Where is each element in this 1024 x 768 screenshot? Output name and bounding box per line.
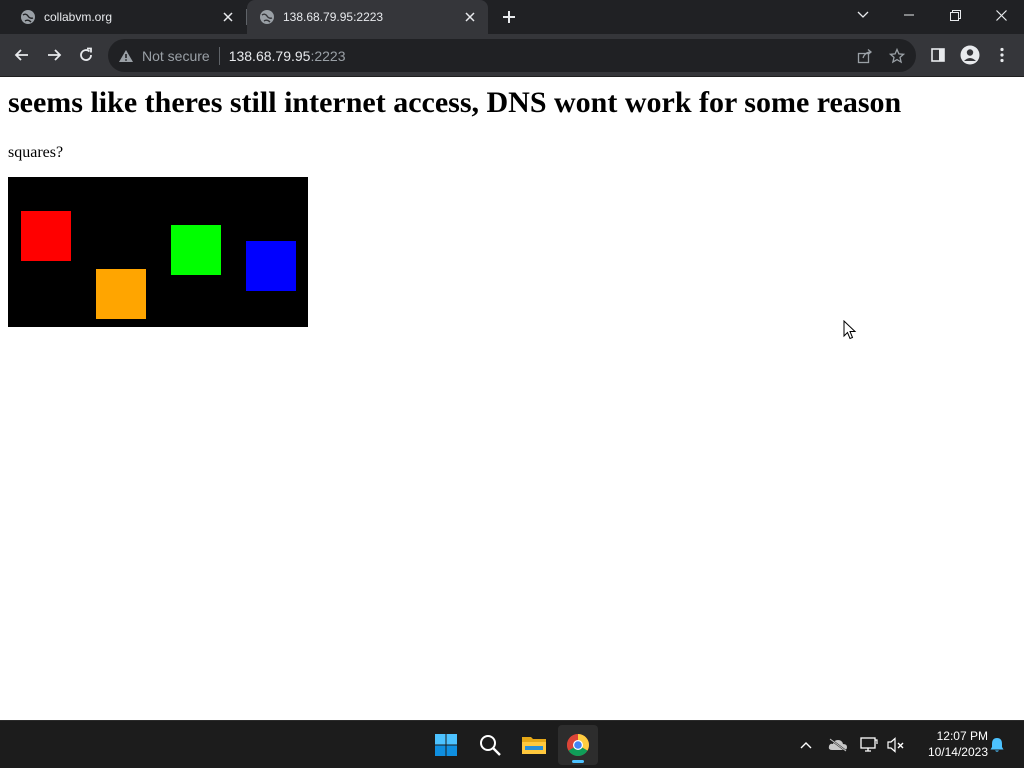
restore-icon	[949, 9, 961, 21]
side-panel-icon	[931, 48, 945, 62]
security-label[interactable]: Not secure	[142, 48, 210, 64]
red-square	[21, 211, 71, 261]
tab-strip: collabvm.org 138.68.79.95:2223	[0, 0, 1024, 34]
url-port[interactable]: :2223	[310, 48, 345, 64]
browser-toolbar: Not secure 138.68.79.95:2223	[0, 34, 1024, 77]
arrow-left-icon	[14, 49, 28, 61]
network-icon[interactable]	[859, 735, 879, 755]
chevron-down-icon	[857, 11, 869, 18]
minimize-icon	[904, 14, 914, 16]
minimize-button[interactable]	[886, 0, 932, 30]
reload-icon	[80, 47, 92, 61]
close-icon	[995, 9, 1007, 21]
share-icon[interactable]	[856, 47, 874, 65]
chrome-icon	[567, 734, 589, 756]
orange-square	[96, 269, 146, 319]
tab-collabvm[interactable]: collabvm.org	[0, 0, 246, 34]
side-panel-button[interactable]	[924, 41, 952, 69]
blue-square	[246, 241, 296, 291]
address-bar[interactable]: Not secure 138.68.79.95:2223	[108, 39, 916, 72]
clock-date: 10/14/2023	[927, 745, 988, 759]
squares-canvas	[8, 177, 308, 327]
bookmark-star-icon[interactable]	[888, 47, 906, 65]
start-button[interactable]	[426, 725, 466, 765]
mouse-cursor-icon	[843, 320, 857, 340]
taskbar: 12:07 PM 10/14/2023	[0, 720, 1024, 768]
back-button[interactable]	[8, 41, 36, 69]
tab-title: 138.68.79.95:2223	[283, 10, 384, 24]
onedrive-icon[interactable]	[828, 735, 848, 755]
url-host[interactable]: 138.68.79.95	[229, 48, 311, 64]
reload-button[interactable]	[72, 41, 100, 69]
new-tab-button[interactable]	[496, 5, 522, 29]
volume-muted-icon[interactable]	[886, 735, 906, 755]
arrow-right-icon	[48, 49, 62, 61]
chevron-up-icon	[800, 742, 812, 749]
warning-icon[interactable]	[118, 48, 134, 64]
kebab-menu-icon	[1000, 47, 1004, 63]
globe-icon	[259, 9, 275, 25]
close-tab-icon[interactable]	[216, 5, 240, 29]
forward-button[interactable]	[40, 41, 68, 69]
file-explorer-button[interactable]	[514, 725, 554, 765]
green-square	[171, 225, 221, 275]
folder-icon	[522, 737, 546, 754]
tab-title: collabvm.org	[44, 10, 113, 24]
restore-button[interactable]	[932, 0, 978, 30]
search-icon	[480, 735, 501, 756]
active-app-indicator	[572, 760, 584, 763]
globe-icon	[20, 9, 36, 25]
windows-logo-icon	[435, 734, 457, 756]
page-paragraph: squares?	[8, 144, 64, 161]
chrome-taskbar-button[interactable]	[558, 725, 598, 765]
taskbar-clock[interactable]: 12:07 PM 10/14/2023	[912, 728, 988, 760]
menu-button[interactable]	[988, 41, 1016, 69]
search-button[interactable]	[470, 725, 510, 765]
tab-search-button[interactable]	[840, 0, 886, 30]
tab-ip-address[interactable]: 138.68.79.95:2223	[247, 0, 488, 34]
show-hidden-icons-button[interactable]	[796, 735, 816, 755]
omnibox-separator	[218, 46, 220, 65]
plus-icon	[503, 11, 515, 23]
notification-bell-icon[interactable]	[987, 735, 1007, 755]
page-heading: seems like theres still internet access,…	[8, 86, 902, 119]
profile-icon	[960, 45, 980, 65]
page-viewport: seems like theres still internet access,…	[0, 78, 1024, 720]
profile-button[interactable]	[956, 41, 984, 69]
clock-time: 12:07 PM	[936, 729, 988, 743]
close-window-button[interactable]	[978, 0, 1024, 30]
close-tab-icon[interactable]	[458, 5, 482, 29]
